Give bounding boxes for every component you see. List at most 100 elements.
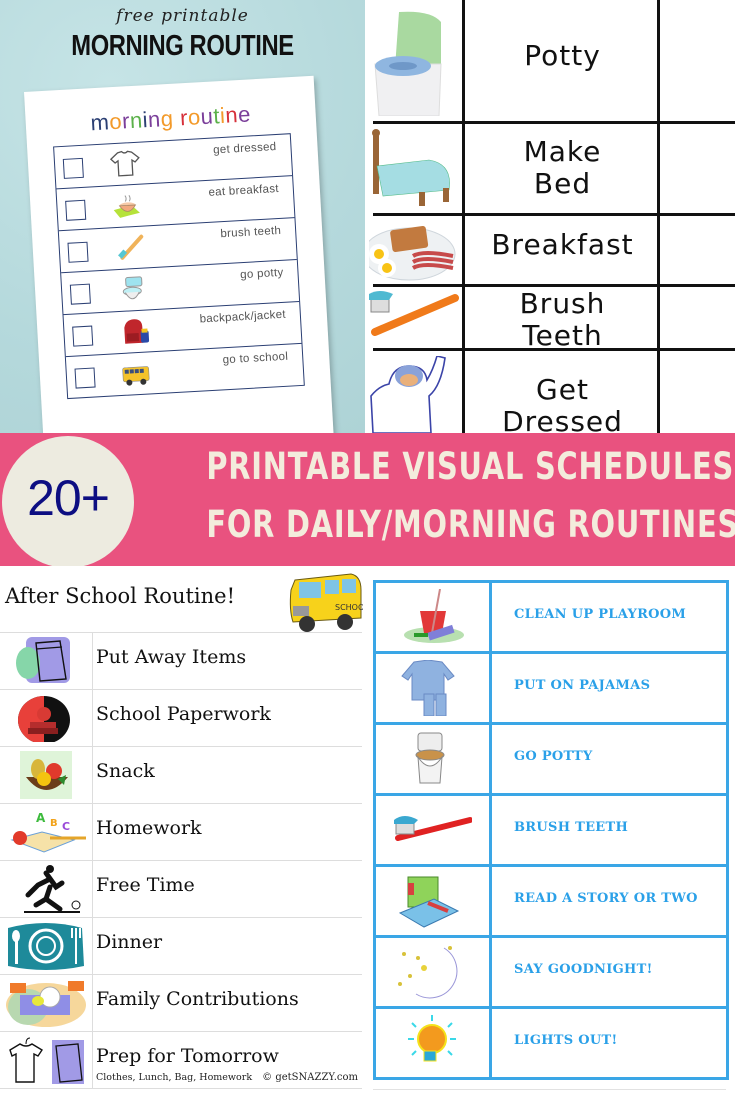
- backpack-icon: [124, 319, 150, 344]
- table-row: Dinner: [0, 918, 362, 975]
- breakfast-plate-icon: [369, 225, 456, 281]
- pajama-child-icon: [370, 356, 446, 433]
- grid-line: [373, 121, 735, 124]
- potty-chair-icon: [374, 11, 442, 116]
- light-bulb-icon: [408, 1015, 456, 1062]
- after-school-title: After School Routine!: [5, 584, 236, 608]
- checkbox[interactable]: [65, 199, 87, 221]
- checkbox[interactable]: [69, 283, 91, 305]
- task-label: Breakfast: [491, 228, 634, 261]
- title-letter: e: [237, 101, 252, 128]
- cleaning-bucket-icon: [404, 589, 464, 643]
- washing-dishes-icon: [6, 981, 86, 1027]
- table-row: BRUSH TEETH: [376, 796, 726, 867]
- table-row: ABC Homework: [0, 804, 362, 861]
- checkbox[interactable]: [67, 241, 89, 263]
- row-label: LIGHTS OUT!: [514, 1033, 618, 1048]
- morning-routine-list: get dressed eat breakfast brush teeth go…: [53, 133, 305, 400]
- row-label: Free Time: [96, 874, 195, 896]
- row-label: CLEAN UP PLAYROOM: [514, 607, 687, 622]
- row-label: READ A STORY OR TWO: [514, 891, 698, 906]
- free-printable-label: free printable: [116, 6, 249, 26]
- list-item-label: go to school: [222, 350, 289, 367]
- row-label: Prep for Tomorrow: [96, 1045, 279, 1067]
- table-row: Family Contributions: [0, 975, 362, 1032]
- tshirt-icon: [109, 150, 140, 177]
- table-row: Prep for Tomorrow Clothes, Lunch, Bag, H…: [0, 1032, 362, 1089]
- table-row: LIGHTS OUT!: [376, 1009, 726, 1080]
- table-row: PUT ON PAJAMAS: [376, 654, 726, 725]
- copyright-label: © getSNAZZY.com: [262, 1072, 358, 1083]
- morning-routine-panel: free printable MORNING ROUTINE morning r…: [0, 0, 365, 433]
- bedtime-routine-panel: CLEAN UP PLAYROOM PUT ON PAJAMAS GO POTT…: [368, 566, 735, 1102]
- checkbox[interactable]: [72, 325, 94, 347]
- task-label: Make Bed: [523, 135, 602, 200]
- books-icon: [398, 876, 460, 928]
- banner-title-line-2: FOR DAILY/MORNING ROUTINES: [206, 503, 735, 546]
- title-letter: m: [89, 109, 111, 136]
- toilet-icon: [122, 276, 143, 300]
- grid-line: [462, 0, 465, 433]
- task-label: Get Dressed: [502, 373, 623, 434]
- svg-text:A: A: [36, 811, 46, 825]
- plate-cutlery-icon: [8, 923, 84, 970]
- row-label: Homework: [96, 817, 202, 839]
- list-item-label: backpack/jacket: [199, 308, 287, 326]
- row-label: BRUSH TEETH: [514, 820, 629, 835]
- list-item-label: go potty: [239, 266, 284, 282]
- row-label: School Paperwork: [96, 703, 271, 725]
- row-label: GO POTTY: [514, 749, 593, 764]
- bedtime-table: CLEAN UP PLAYROOM PUT ON PAJAMAS GO POTT…: [373, 580, 729, 1080]
- after-school-routine-panel: After School Routine! SCHOOL Put Away It…: [0, 566, 368, 1102]
- potty-chart-panel: Potty Make Bed Breakfast Brush Teeth Get…: [365, 0, 735, 433]
- svg-text:C: C: [62, 820, 70, 833]
- table-row: Free Time: [0, 861, 362, 918]
- pajamas-icon: [401, 660, 455, 716]
- table-footer-line: [373, 1079, 726, 1090]
- after-school-table: Put Away Items School Paperwork Snack AB…: [0, 632, 362, 1089]
- morning-routine-sheet: morning routine get dressed eat breakfas…: [24, 75, 335, 433]
- checkbox[interactable]: [62, 157, 84, 179]
- row-label: Put Away Items: [96, 646, 247, 668]
- svg-text:B: B: [50, 818, 58, 829]
- table-row: Snack: [0, 747, 362, 804]
- books-apple-icon: [18, 696, 70, 742]
- row-label: Family Contributions: [96, 988, 299, 1010]
- list-item-label: eat breakfast: [208, 182, 280, 199]
- table-row: School Paperwork: [0, 690, 362, 747]
- table-row: GO POTTY: [376, 725, 726, 796]
- school-bus-icon: SCHOOL: [289, 573, 363, 632]
- school-bus-icon: [122, 366, 150, 386]
- task-label: Potty: [524, 39, 601, 72]
- title-banner: 20+ PRINTABLE VISUAL SCHEDULES FOR DAILY…: [0, 433, 735, 568]
- banner-title-line-1: PRINTABLE VISUAL SCHEDULES: [206, 445, 735, 488]
- row-label: Dinner: [96, 931, 163, 953]
- toothbrush-icon: [369, 291, 459, 336]
- table-row: CLEAN UP PLAYROOM: [376, 583, 726, 654]
- row-label: SAY GOODNIGHT!: [514, 962, 653, 977]
- checkbox[interactable]: [74, 367, 96, 389]
- abc-book-icon: ABC: [10, 811, 86, 853]
- row-label: Snack: [96, 760, 155, 782]
- svg-text:SCHOOL: SCHOOL: [335, 603, 363, 612]
- morning-routine-heading: MORNING ROUTINE: [71, 30, 294, 62]
- toothbrush-icon: [118, 234, 144, 260]
- table-row: SAY GOODNIGHT!: [376, 938, 726, 1009]
- toothbrush-icon: [394, 816, 472, 841]
- count-label: 20+: [27, 470, 110, 526]
- moon-stars-icon: [398, 946, 458, 999]
- fruit-basket-icon: [20, 751, 72, 799]
- row-sublabel: Clothes, Lunch, Bag, Homework: [96, 1072, 253, 1083]
- grid-line: [373, 213, 735, 216]
- backpack-icon: [16, 637, 70, 683]
- clothes-bag-icon: [9, 1037, 84, 1084]
- task-label: Brush Teeth: [519, 287, 606, 352]
- toilet-icon: [415, 732, 445, 784]
- list-item-label: get dressed: [212, 141, 277, 157]
- cereal-bowl-icon: [113, 195, 140, 218]
- table-row: READ A STORY OR TWO: [376, 867, 726, 938]
- list-item-label: brush teeth: [220, 224, 282, 241]
- row-label: PUT ON PAJAMAS: [514, 678, 651, 693]
- running-child-icon: [24, 865, 81, 913]
- table-row: Put Away Items: [0, 633, 362, 690]
